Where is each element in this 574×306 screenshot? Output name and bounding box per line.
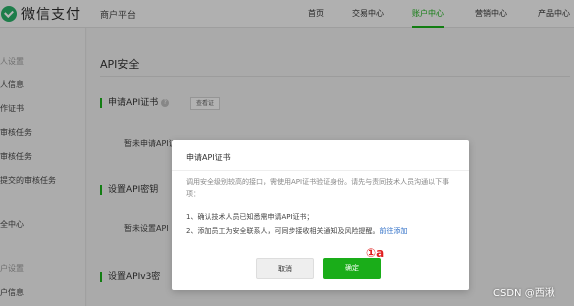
cancel-button[interactable]: 取消 [256,258,314,279]
apply-cert-dialog: 申请API证书 调用安全级别较高的接口，需使用API证书验证身份。请先与责同技术… [172,140,469,290]
dialog-step-2-text: 2、添加员工为安全联系人，可同步接收相关通知及风险提醒。 [186,227,380,235]
annotation-marker: ①a [366,246,385,260]
dialog-step-1: 1、确认技术人员已知悉需申请API证书； [186,213,314,221]
add-contact-link[interactable]: 前往添加 [379,227,407,235]
dialog-description: 调用安全级别较高的接口，需使用API证书验证身份。请先与责同技术人员沟通以下事项… [186,178,450,198]
dialog-divider [172,170,469,171]
csdn-watermark: CSDN @西湫 [493,288,555,299]
dialog-title: 申请API证书 [186,153,231,162]
confirm-button[interactable]: 确定 [323,258,381,279]
dialog-step-2: 2、添加员工为安全联系人，可同步接收相关通知及风险提醒。前往添加 [186,226,407,236]
